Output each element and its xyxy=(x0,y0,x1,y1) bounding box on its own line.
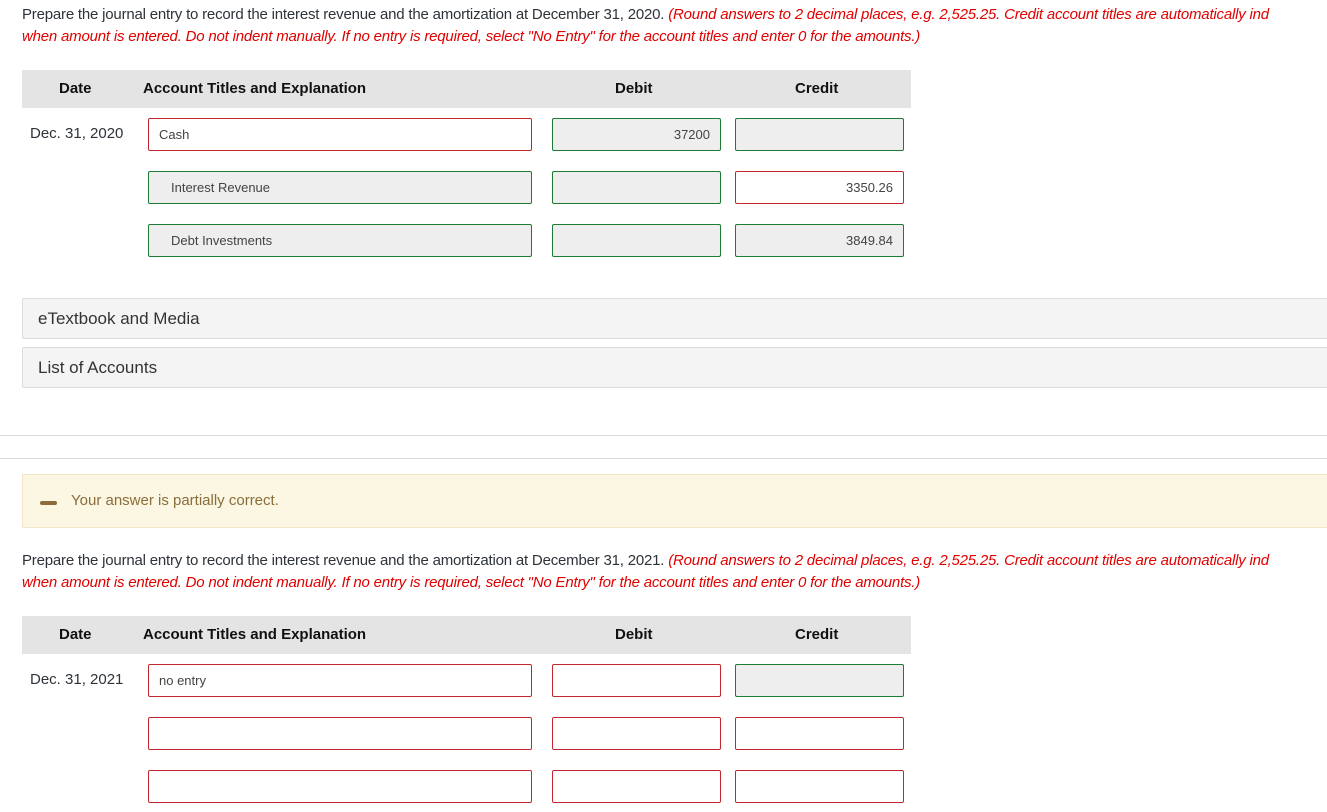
part2-account-field-2[interactable] xyxy=(148,717,532,750)
header-credit: Credit xyxy=(795,626,839,643)
header-credit: Credit xyxy=(795,80,839,97)
part1-account-field-3[interactable]: Debt Investments xyxy=(148,224,532,257)
part2-credit-field-1[interactable] xyxy=(735,664,904,697)
divider xyxy=(0,435,1327,436)
part2-table-header: Date Account Titles and Explanation Debi… xyxy=(22,616,911,654)
part1-credit-field-1[interactable] xyxy=(735,118,904,151)
feedback-banner: Your answer is partially correct. xyxy=(22,474,1327,528)
part2-instructions: Prepare the journal entry to record the … xyxy=(22,550,1327,594)
part2-credit-field-3[interactable] xyxy=(735,770,904,803)
part2-account-field-3[interactable] xyxy=(148,770,532,803)
part2-account-field-1[interactable]: no entry xyxy=(148,664,532,697)
part2-date: Dec. 31, 2021 xyxy=(30,671,124,688)
part2-instruction-text: Prepare the journal entry to record the … xyxy=(22,552,665,569)
minus-icon xyxy=(40,501,57,505)
part1-date: Dec. 31, 2020 xyxy=(30,125,124,142)
part2-instruction-note-cont: when amount is entered. Do not indent ma… xyxy=(22,574,921,591)
part2-debit-field-2[interactable] xyxy=(552,717,721,750)
part1-table-header: Date Account Titles and Explanation Debi… xyxy=(22,70,911,108)
part1-instruction-note: (Round answers to 2 decimal places, e.g.… xyxy=(668,6,1269,23)
part2-debit-field-3[interactable] xyxy=(552,770,721,803)
part2-instruction-note: (Round answers to 2 decimal places, e.g.… xyxy=(668,552,1269,569)
etextbook-and-media-link[interactable]: eTextbook and Media xyxy=(22,298,1327,339)
part1-instructions: Prepare the journal entry to record the … xyxy=(22,4,1327,48)
part2-credit-field-2[interactable] xyxy=(735,717,904,750)
feedback-message: Your answer is partially correct. xyxy=(71,492,279,509)
part1-debit-field-1[interactable]: 37200 xyxy=(552,118,721,151)
part1-credit-field-2[interactable]: 3350.26 xyxy=(735,171,904,204)
part2-debit-field-1[interactable] xyxy=(552,664,721,697)
part1-credit-field-3[interactable]: 3849.84 xyxy=(735,224,904,257)
part1-account-field-2[interactable]: Interest Revenue xyxy=(148,171,532,204)
part1-debit-field-2[interactable] xyxy=(552,171,721,204)
part1-instruction-note-cont: when amount is entered. Do not indent ma… xyxy=(22,28,921,45)
header-date: Date xyxy=(59,80,92,97)
header-date: Date xyxy=(59,626,92,643)
part1-debit-field-3[interactable] xyxy=(552,224,721,257)
header-account: Account Titles and Explanation xyxy=(143,80,367,97)
part1-account-field-1[interactable]: Cash xyxy=(148,118,532,151)
header-debit: Debit xyxy=(615,80,653,97)
divider xyxy=(0,458,1327,459)
part1-instruction-text: Prepare the journal entry to record the … xyxy=(22,6,665,23)
header-account: Account Titles and Explanation xyxy=(143,626,367,643)
header-debit: Debit xyxy=(615,626,653,643)
list-of-accounts-link[interactable]: List of Accounts xyxy=(22,347,1327,388)
